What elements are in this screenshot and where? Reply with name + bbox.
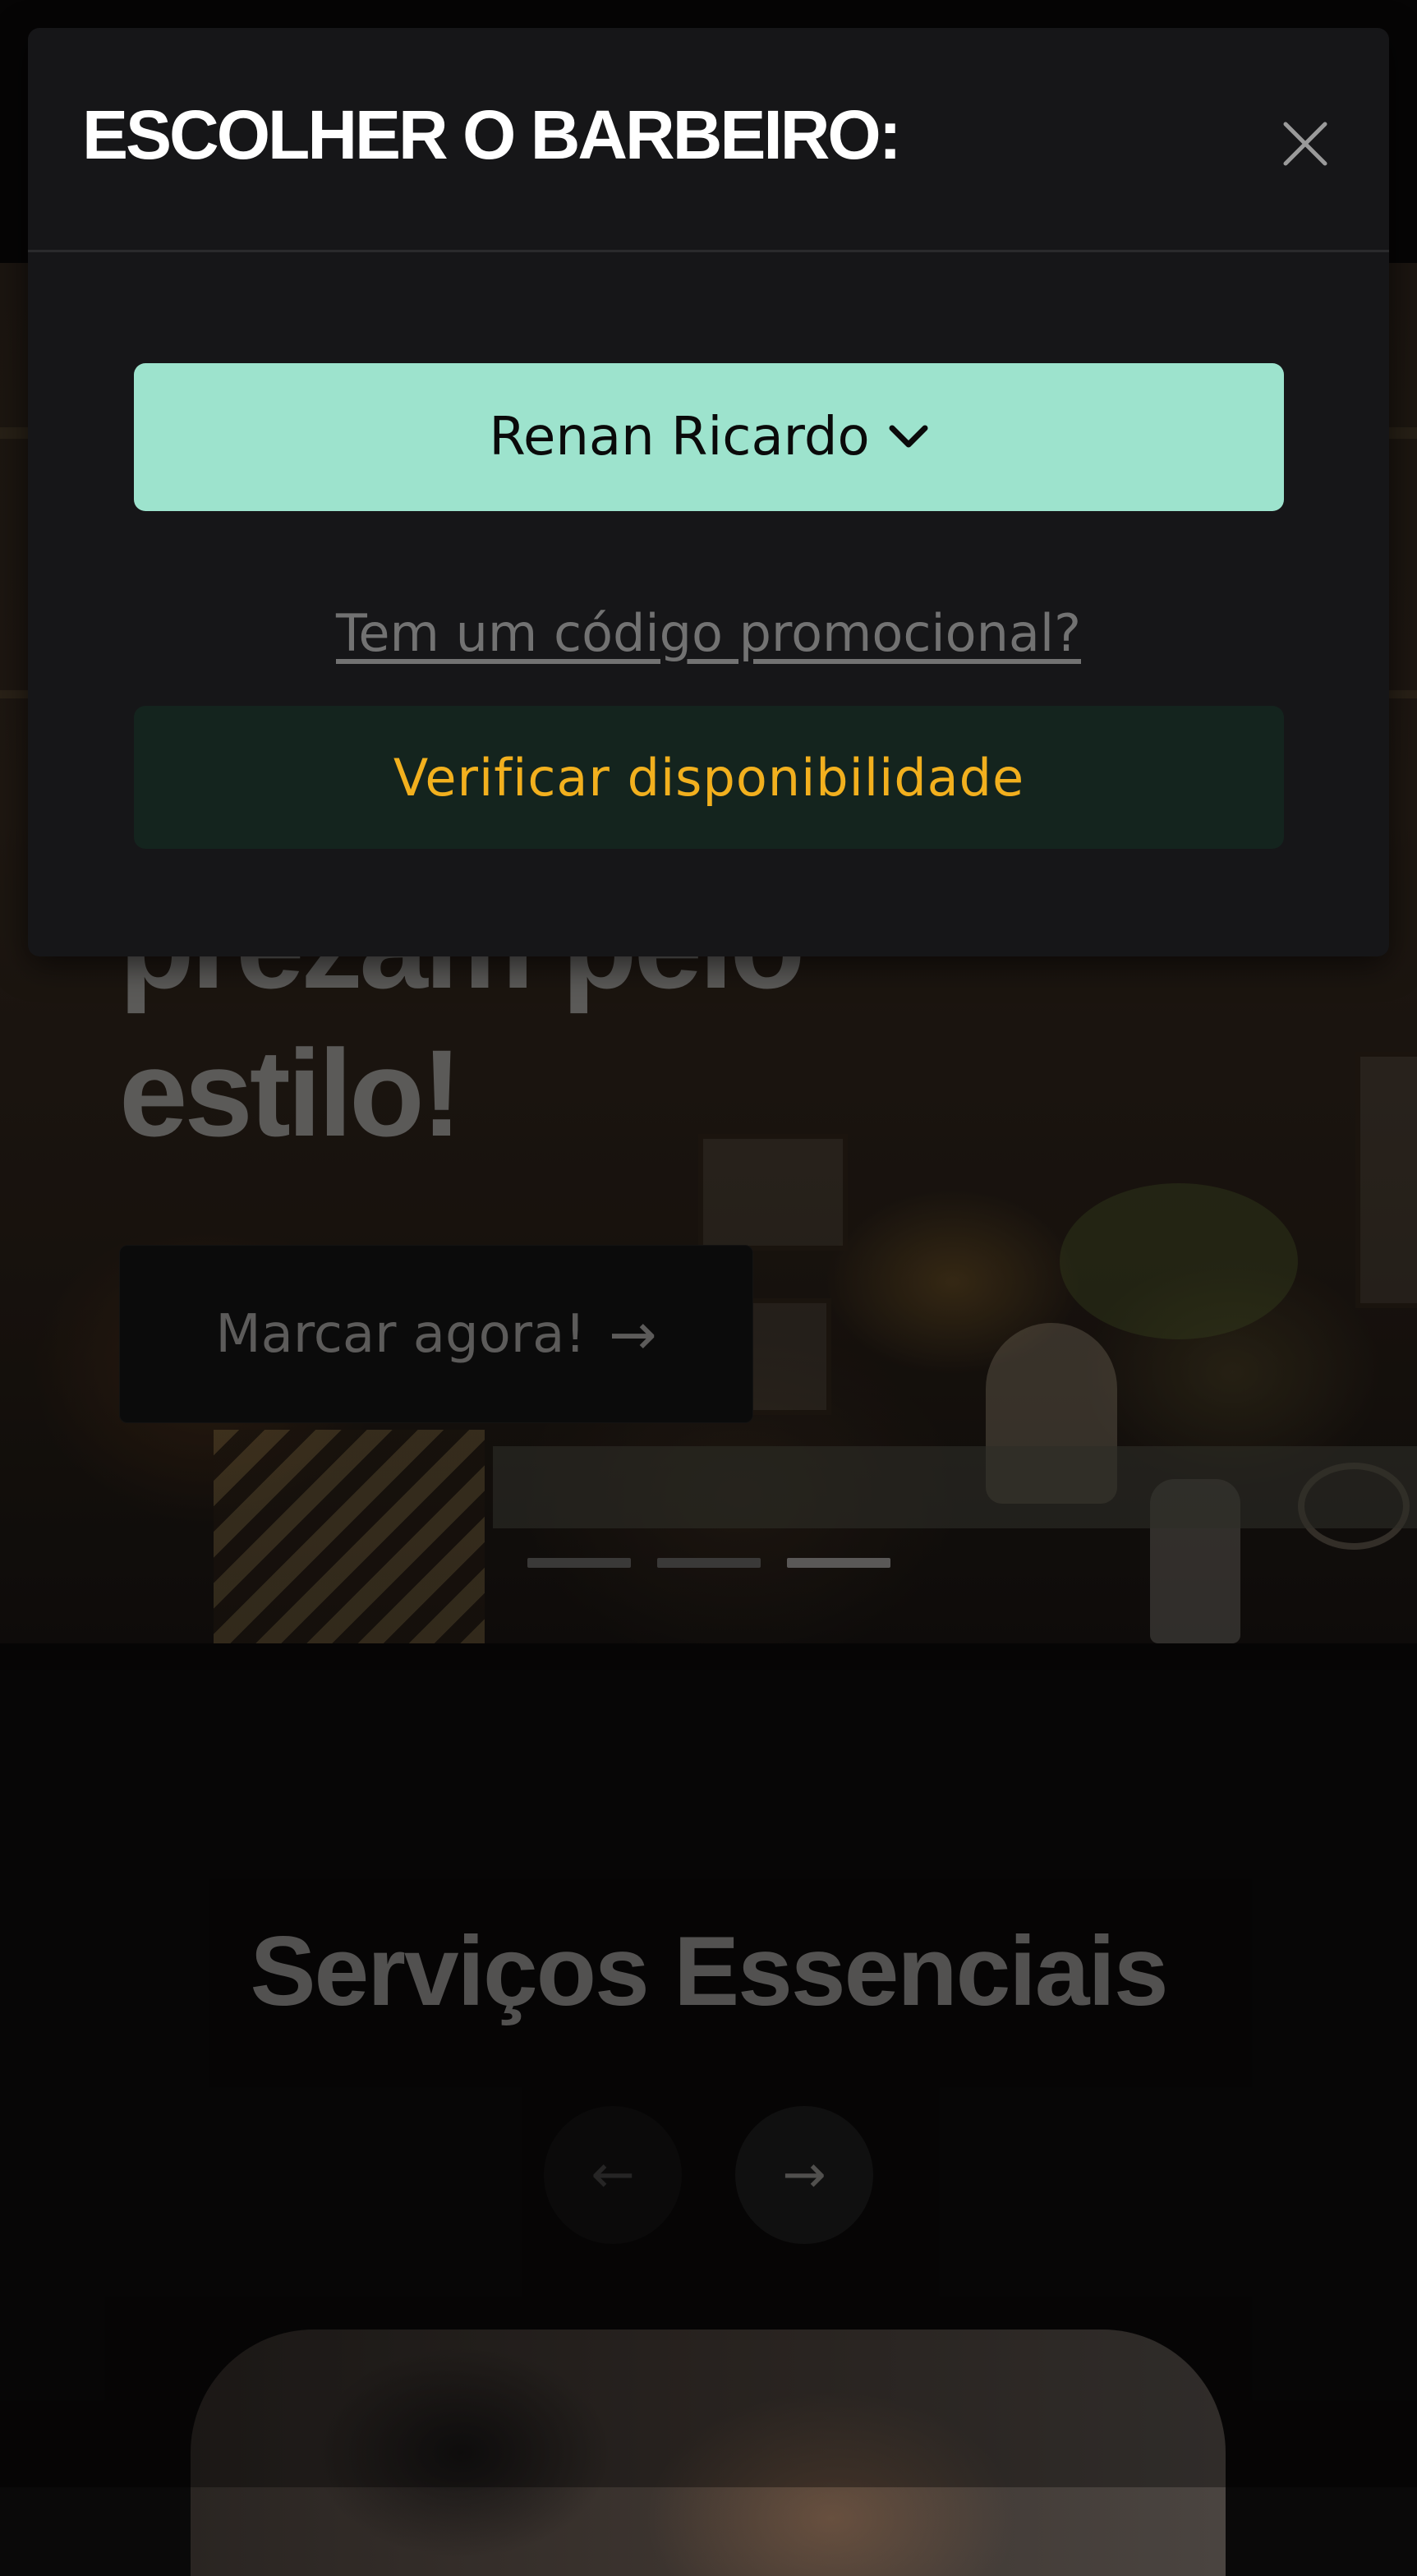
close-button[interactable] xyxy=(1268,107,1342,181)
close-icon xyxy=(1283,122,1327,166)
promo-code-link[interactable]: Tem um código promocional? xyxy=(28,603,1389,663)
barber-select-value: Renan Ricardo xyxy=(489,407,870,468)
chevron-down-icon xyxy=(889,425,928,448)
modal-title: ESCOLHER O BARBEIRO: xyxy=(82,96,902,173)
modal-header: ESCOLHER O BARBEIRO: xyxy=(28,28,1389,252)
check-availability-button[interactable]: Verificar disponibilidade xyxy=(134,706,1284,849)
barber-select[interactable]: Renan Ricardo xyxy=(134,363,1284,511)
choose-barber-modal: ESCOLHER O BARBEIRO: Renan Ricardo Tem u… xyxy=(28,28,1389,956)
